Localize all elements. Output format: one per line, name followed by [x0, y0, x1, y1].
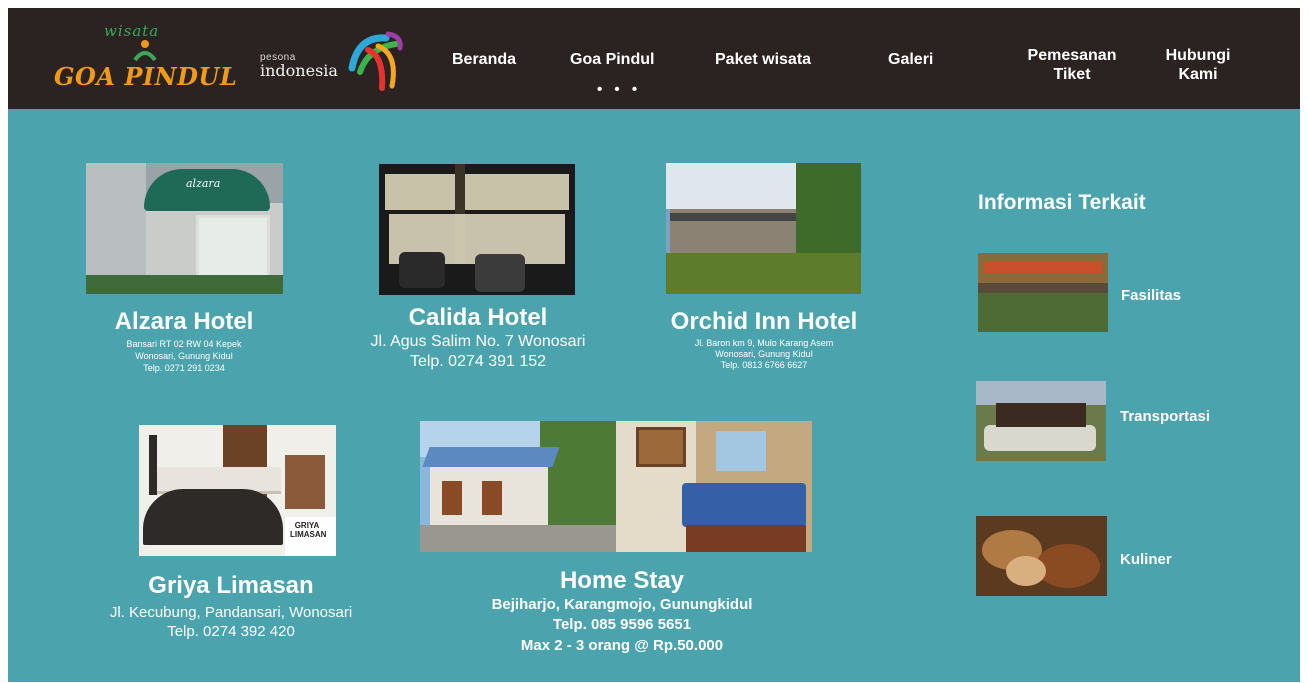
- logo-title: GOA PINDUL: [54, 62, 238, 91]
- home-stay-price: Max 2 - 3 orang @ Rp.50.000: [520, 637, 724, 654]
- garuda-swirl-icon: [348, 31, 403, 91]
- kuliner-link[interactable]: Kuliner: [1120, 551, 1172, 568]
- griya-limasan-card: Griya Limasan Jl. Kecubung, Pandansari, …: [52, 572, 410, 641]
- calida-hotel-phone: Telp. 0274 391 152: [409, 353, 547, 370]
- nav-hubungi-kami-label: Hubungi Kami: [1165, 47, 1231, 83]
- alzara-sign-text: alzara: [186, 177, 221, 190]
- nav-beranda-label: Beranda: [452, 51, 517, 68]
- home-stay-room-photo[interactable]: [616, 421, 812, 552]
- nav-goa-pindul-label: Goa Pindul: [570, 51, 655, 68]
- navbar: wisata GOA PINDUL pesona indonesia Beran…: [8, 8, 1300, 109]
- alzara-hotel-phone: Telp. 0271 291 0234: [143, 363, 225, 373]
- fasilitas-thumbnail[interactable]: [978, 253, 1108, 332]
- nav-goa-pindul[interactable]: Goa Pindul • • •: [570, 50, 655, 98]
- orchid-inn-hotel-address-1: Jl. Baron km 9, Mulo Karang Asem: [694, 338, 834, 348]
- home-stay-name: Home Stay: [559, 567, 685, 594]
- nav-paket-wisata[interactable]: Paket wisata: [715, 50, 811, 69]
- pesona-indonesia-logo: pesona indonesia: [260, 26, 410, 96]
- alzara-hotel-card: Alzara Hotel Bansari RT 02 RW 04 Kepek W…: [78, 308, 290, 374]
- alzara-hotel-address-1: Bansari RT 02 RW 04 Kepek: [126, 339, 242, 349]
- home-stay-exterior-photo[interactable]: [420, 421, 616, 552]
- griya-limasan-address: Jl. Kecubung, Pandansari, Wonosari: [109, 604, 353, 621]
- nav-hubungi-kami[interactable]: Hubungi Kami: [1160, 46, 1236, 84]
- page: wisata GOA PINDUL pesona indonesia Beran…: [8, 8, 1300, 682]
- nav-beranda[interactable]: Beranda: [452, 50, 516, 69]
- alzara-hotel-photo[interactable]: alzara: [86, 163, 283, 294]
- transportasi-link[interactable]: Transportasi: [1120, 408, 1210, 425]
- nav-galeri-label: Galeri: [888, 51, 934, 68]
- transportasi-thumbnail[interactable]: [976, 381, 1106, 461]
- goa-pindul-logo[interactable]: wisata GOA PINDUL: [54, 22, 237, 102]
- logo-figure-icon: [133, 40, 157, 62]
- calida-hotel-card: Calida Hotel Jl. Agus Salim No. 7 Wonosa…: [330, 304, 626, 372]
- orchid-inn-hotel-name: Orchid Inn Hotel: [670, 308, 858, 335]
- orchid-inn-hotel-card: Orchid Inn Hotel Jl. Baron km 9, Mulo Ka…: [644, 308, 884, 371]
- nav-pemesanan-tiket[interactable]: Pemesanan Tiket: [1012, 46, 1132, 84]
- nav-pemesanan-tiket-label: Pemesanan Tiket: [1027, 47, 1117, 83]
- kuliner-thumbnail[interactable]: [976, 516, 1107, 596]
- griya-limasan-name: Griya Limasan: [148, 572, 314, 599]
- home-stay-card: Home Stay Bejiharjo, Karangmojo, Gunungk…: [426, 567, 818, 657]
- griya-limasan-phone: Telp. 0274 392 420: [167, 623, 295, 640]
- calida-hotel-name: Calida Hotel: [408, 304, 548, 331]
- calida-hotel-address: Jl. Agus Salim No. 7 Wonosari: [370, 333, 586, 350]
- fasilitas-link[interactable]: Fasilitas: [1121, 287, 1181, 304]
- informasi-terkait-title: Informasi Terkait: [978, 191, 1146, 214]
- orchid-inn-hotel-address-2: Wonosari, Gunung Kidul: [715, 349, 813, 359]
- calida-hotel-photo[interactable]: [379, 164, 575, 295]
- orchid-inn-hotel-photo[interactable]: [666, 163, 861, 294]
- home-stay-phone: Telp. 085 9596 5651: [552, 616, 692, 633]
- alzara-hotel-address-2: Wonosari, Gunung Kidul: [135, 351, 233, 361]
- submenu-dots-icon: • • •: [597, 81, 642, 98]
- griya-limasan-photo[interactable]: GRIYA LIMASAN: [139, 425, 336, 556]
- nav-galeri[interactable]: Galeri: [888, 50, 933, 69]
- home-stay-address: Bejiharjo, Karangmojo, Gunungkidul: [491, 596, 753, 613]
- griya-limasan-sign-text: GRIYA LIMASAN: [290, 521, 327, 539]
- orchid-inn-hotel-phone: Telp. 0813 6766 6627: [720, 360, 808, 370]
- alzara-hotel-name: Alzara Hotel: [114, 308, 254, 335]
- pesona-big-text: indonesia: [260, 61, 338, 80]
- nav-paket-wisata-label: Paket wisata: [715, 51, 812, 68]
